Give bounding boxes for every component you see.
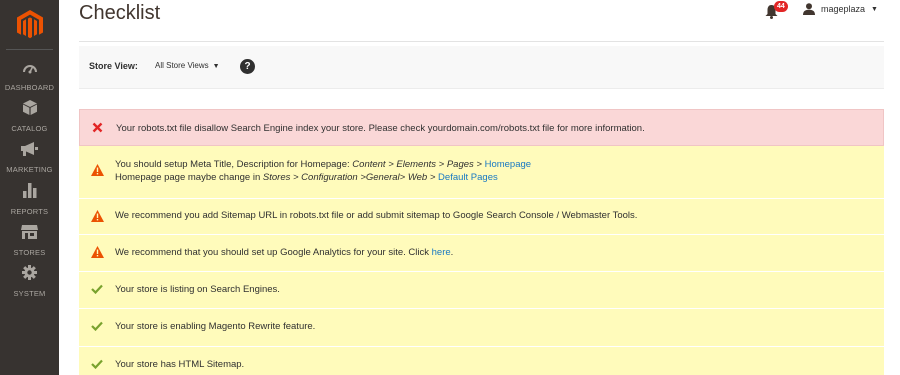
sidebar-item-label: MARKETING xyxy=(6,165,53,174)
google-analytics-here-link[interactable]: here xyxy=(432,247,451,258)
page-title: Checklist xyxy=(79,2,161,24)
message-success-rewrite: Your store is enabling Magento Rewrite f… xyxy=(79,309,884,346)
header-divider xyxy=(79,41,884,42)
menu-path: Content > Elements > Pages > xyxy=(352,159,485,170)
message-text-wrapper: We recommend that you should set up Goog… xyxy=(115,246,453,259)
store-view-label: Store View: xyxy=(89,61,138,71)
warning-icon xyxy=(91,164,104,176)
default-pages-link[interactable]: Default Pages xyxy=(438,172,498,183)
message-warning-meta: You should setup Meta Title, Description… xyxy=(79,146,884,198)
message-text: Your store is enabling Magento Rewrite f… xyxy=(115,321,316,332)
help-icon[interactable]: ? xyxy=(240,59,255,74)
notifications-button[interactable]: 44 xyxy=(765,1,795,20)
sidebar-item-system[interactable]: SYSTEM xyxy=(0,265,59,301)
username: mageplaza xyxy=(821,4,866,14)
sidebar-item-label: CATALOG xyxy=(11,124,48,133)
sidebar-item-stores[interactable]: STORES xyxy=(0,225,59,260)
sidebar-item-reports[interactable]: REPORTS xyxy=(0,183,59,219)
system-icon xyxy=(22,265,37,280)
notifications-count-badge: 44 xyxy=(774,1,788,12)
checkmark-icon xyxy=(91,321,103,331)
message-success-search-engines: Your store is listing on Search Engines. xyxy=(79,272,884,308)
message-text: Your store is listing on Search Engines. xyxy=(115,284,280,295)
chevron-down-icon: ▼ xyxy=(871,5,878,13)
message-text: You should setup Meta Title, Description… xyxy=(115,159,353,170)
homepage-link[interactable]: Homepage xyxy=(485,159,531,170)
reports-icon xyxy=(22,183,36,198)
message-text-line1: You should setup Meta Title, Description… xyxy=(115,158,531,171)
store-view-select[interactable]: All Store Views ▼ xyxy=(155,61,220,70)
checkmark-icon xyxy=(91,359,103,369)
store-view-bar: Store View: All Store Views ▼ ? xyxy=(79,46,884,89)
message-text: We recommend you add Sitemap URL in robo… xyxy=(115,210,638,221)
sidebar-item-catalog[interactable]: CATALOG xyxy=(0,100,59,136)
sidebar-item-label: DASHBOARD xyxy=(4,83,55,92)
message-warning-sitemap: We recommend you add Sitemap URL in robo… xyxy=(79,199,884,234)
message-text: We recommend that you should set up Goog… xyxy=(115,247,432,258)
menu-path: Stores > Configuration >General> Web > xyxy=(262,172,439,183)
message-text: . xyxy=(450,247,454,258)
checkmark-icon xyxy=(91,284,103,294)
warning-icon xyxy=(91,210,104,222)
sidebar-item-label: STORES xyxy=(13,248,46,257)
sidebar-item-dashboard[interactable]: DASHBOARD xyxy=(0,60,59,95)
message-text: Your store has HTML Sitemap. xyxy=(115,359,245,370)
admin-sidebar: DASHBOARD CATALOG MARKETING REPORTS STOR… xyxy=(0,0,59,375)
stores-icon xyxy=(21,225,38,239)
message-text: Homepage page maybe change in xyxy=(115,172,263,183)
error-x-icon xyxy=(92,122,103,133)
magento-logo[interactable] xyxy=(6,0,53,50)
marketing-icon xyxy=(21,142,38,156)
catalog-icon xyxy=(22,100,37,115)
sidebar-item-label: SYSTEM xyxy=(13,289,46,298)
warning-icon xyxy=(91,246,104,258)
magento-logo-icon xyxy=(16,9,43,38)
store-view-selected: All Store Views xyxy=(155,61,209,70)
chevron-down-icon: ▼ xyxy=(212,63,220,70)
message-success-html-sitemap: Your store has HTML Sitemap. xyxy=(79,347,884,375)
message-text: Your robots.txt file disallow Search Eng… xyxy=(116,123,645,134)
message-error-robots: Your robots.txt file disallow Search Eng… xyxy=(79,109,884,146)
sidebar-item-marketing[interactable]: MARKETING xyxy=(0,142,59,177)
message-warning-analytics: We recommend that you should set up Goog… xyxy=(79,235,884,271)
sidebar-item-label: REPORTS xyxy=(10,207,49,216)
user-menu[interactable]: mageplaza ▼ xyxy=(803,3,878,15)
user-icon xyxy=(803,3,815,15)
message-text-line2: Homepage page maybe change in Stores > C… xyxy=(115,171,498,184)
dashboard-icon xyxy=(22,65,37,74)
